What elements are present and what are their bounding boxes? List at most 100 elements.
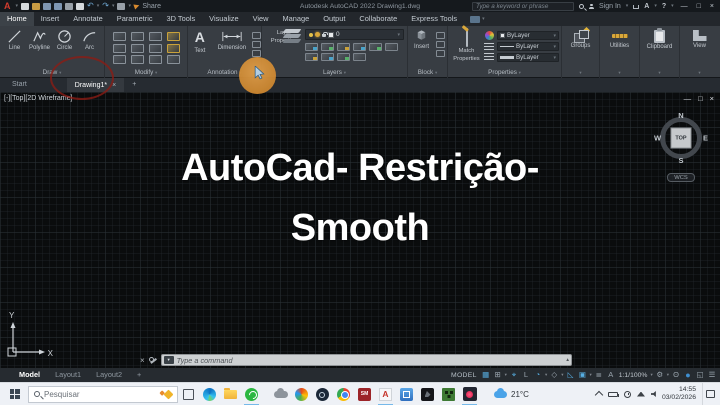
osnap-caret-icon[interactable]: ▾ xyxy=(589,372,591,378)
line-tool[interactable]: Line xyxy=(2,29,27,51)
network-icon[interactable] xyxy=(637,392,645,397)
stretch-icon[interactable] xyxy=(167,32,180,41)
tab-drawing1[interactable]: Drawing1* × xyxy=(67,78,124,92)
file-explorer-app[interactable] xyxy=(220,383,241,405)
wcs-dropdown[interactable]: WCS xyxy=(667,173,695,182)
panel-modify-footer[interactable]: Modify ▾ xyxy=(105,68,187,78)
qat-caret-icon[interactable]: ▾ xyxy=(128,3,131,9)
move-icon[interactable] xyxy=(113,32,126,41)
fillet-icon[interactable] xyxy=(149,44,162,53)
dimension-tool[interactable]: Dimension xyxy=(216,29,248,57)
panel-properties-footer[interactable]: Properties ▾ xyxy=(448,68,561,78)
office-app[interactable] xyxy=(291,383,312,405)
panel-groups-footer[interactable]: ▾ xyxy=(562,68,599,78)
undo-icon[interactable]: ↶ xyxy=(87,1,94,11)
save-as-icon[interactable] xyxy=(54,3,62,10)
settings-gear-icon[interactable]: ⚙ xyxy=(655,369,665,381)
grid-display-icon[interactable]: ▦ xyxy=(481,369,491,381)
undo-caret-icon[interactable]: ▾ xyxy=(97,3,100,9)
tab-express-tools[interactable]: Express Tools xyxy=(404,12,464,26)
viewport-minimize-button[interactable]: — xyxy=(684,94,692,103)
start-button[interactable] xyxy=(4,383,25,405)
share-button[interactable]: Share xyxy=(142,3,161,10)
lineweight-list-icon[interactable] xyxy=(484,53,494,60)
panel-utilities[interactable]: Utilities ▾ xyxy=(600,26,640,78)
create-block-icon[interactable] xyxy=(436,32,445,39)
annotation-scale-value[interactable]: 1:1/100% xyxy=(619,372,648,379)
edit-block-icon[interactable] xyxy=(436,41,445,48)
panel-utilities-footer[interactable]: ▾ xyxy=(600,68,639,78)
trim-icon[interactable] xyxy=(149,32,162,41)
panel-block-footer[interactable]: Block ▾ xyxy=(408,68,447,78)
table-icon[interactable] xyxy=(252,41,261,48)
insert-tool[interactable]: Insert xyxy=(411,29,433,57)
panel-clipboard-footer[interactable]: ▾ xyxy=(640,68,679,78)
copy-icon[interactable] xyxy=(113,44,126,53)
search-icon[interactable] xyxy=(579,4,584,9)
action-center-button[interactable] xyxy=(702,383,718,405)
app-menu-caret-icon[interactable]: ▾ xyxy=(16,3,19,9)
steam-app[interactable] xyxy=(312,383,333,405)
viewcube-west[interactable]: W xyxy=(654,134,661,143)
autocad-app[interactable]: A xyxy=(375,383,396,405)
sm-app[interactable]: SM xyxy=(354,383,375,405)
tab-insert[interactable]: Insert xyxy=(34,12,66,26)
print-preview-icon[interactable] xyxy=(76,3,84,10)
tab-3d-tools[interactable]: 3D Tools xyxy=(160,12,203,26)
print-icon[interactable] xyxy=(117,3,125,10)
layer-lock-icon[interactable] xyxy=(353,43,366,51)
erase-icon[interactable] xyxy=(167,55,180,64)
isodraft-caret-icon[interactable]: ▾ xyxy=(561,372,563,378)
gear-caret-icon[interactable]: ▾ xyxy=(667,372,669,378)
lineweight-display-icon[interactable]: ≣ xyxy=(594,369,604,381)
tab-parametric[interactable]: Parametric xyxy=(110,12,160,26)
offset-icon[interactable] xyxy=(149,55,162,64)
panel-clipboard[interactable]: Clipboard ▾ xyxy=(640,26,680,78)
linetype-icon[interactable] xyxy=(484,43,494,50)
leader-icon[interactable] xyxy=(252,32,261,39)
layer-off-icon[interactable] xyxy=(305,43,318,51)
mirror-icon[interactable] xyxy=(131,44,144,53)
match-properties-tool[interactable]: Match Properties xyxy=(452,29,481,62)
tab-view[interactable]: View xyxy=(246,12,276,26)
command-prompt-icon[interactable]: ▾ xyxy=(164,356,174,364)
osnap-tracking-icon[interactable]: ▣ xyxy=(577,369,587,381)
tab-collaborate[interactable]: Collaborate xyxy=(352,12,404,26)
polar-tracking-icon[interactable]: ◔ xyxy=(533,369,543,381)
viewport-controls[interactable]: [-][Top][2D Wireframe] xyxy=(4,95,72,102)
tab-close-icon[interactable]: × xyxy=(112,82,116,89)
modify-tools-grid[interactable] xyxy=(105,28,187,64)
arc-tool[interactable]: Arc xyxy=(77,29,102,51)
help-icon[interactable]: ? xyxy=(662,3,666,10)
taskbar-clock[interactable]: 14:55 03/02/2026 xyxy=(662,386,696,402)
text-tool[interactable]: A Text xyxy=(188,29,212,57)
tray-clock-icon[interactable] xyxy=(624,391,631,398)
polyline-tool[interactable]: Polyline xyxy=(27,29,52,51)
taskbar-search-box[interactable] xyxy=(28,386,178,403)
panel-draw-footer[interactable]: Draw ▾ xyxy=(0,68,104,78)
new-file-icon[interactable] xyxy=(21,3,29,10)
task-view-button[interactable] xyxy=(178,383,199,405)
panel-view-footer[interactable]: ▾ xyxy=(680,68,719,78)
block-attributes-icon[interactable] xyxy=(436,50,445,57)
redo-caret-icon[interactable]: ▾ xyxy=(112,3,115,9)
save-icon[interactable] xyxy=(43,3,51,10)
layer-properties-tool[interactable]: Layer Properties xyxy=(266,29,302,61)
onedrive-app[interactable] xyxy=(270,383,291,405)
open-file-icon[interactable] xyxy=(32,3,40,10)
polar-caret-icon[interactable]: ▾ xyxy=(545,372,547,378)
tab-annotate[interactable]: Annotate xyxy=(66,12,110,26)
tab-manage[interactable]: Manage xyxy=(276,12,317,26)
dynamic-input-icon[interactable]: ⌖ xyxy=(509,369,519,381)
text-style-icon[interactable] xyxy=(252,50,261,57)
viewport-close-button[interactable]: × xyxy=(710,94,714,103)
scale-icon[interactable] xyxy=(113,55,126,64)
tab-output[interactable]: Output xyxy=(316,12,352,26)
rotate-icon[interactable] xyxy=(131,32,144,41)
panel-groups[interactable]: Groups ▾ xyxy=(562,26,600,78)
new-drawing-tab-button[interactable]: + xyxy=(132,78,136,92)
plot-icon[interactable] xyxy=(65,3,73,10)
annotation-visibility-icon[interactable]: A xyxy=(606,369,616,381)
lineweight-dropdown[interactable]: ByLayer ▾ xyxy=(497,42,559,51)
tab-start[interactable]: Start xyxy=(0,78,39,92)
